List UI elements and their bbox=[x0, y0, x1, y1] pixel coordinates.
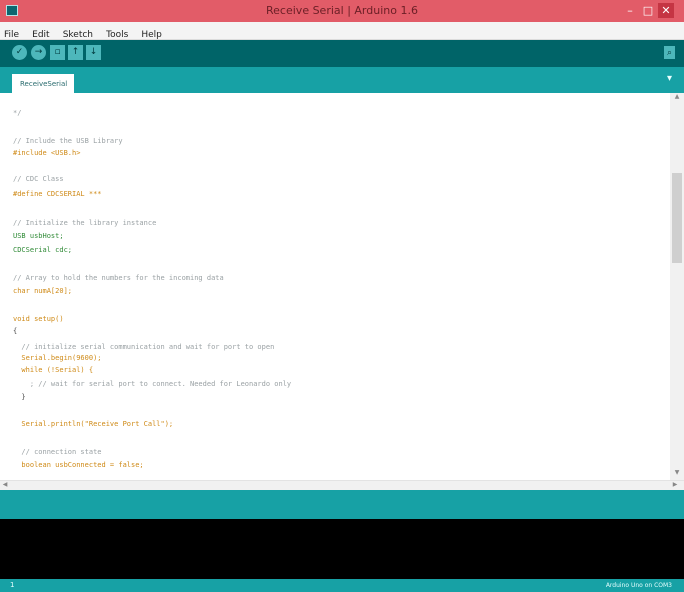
code-line: { bbox=[13, 327, 18, 335]
menu-tools[interactable]: Tools bbox=[102, 27, 132, 40]
code-line: // Initialize the library instance bbox=[13, 219, 157, 227]
code-line: CDCSerial cdc; bbox=[13, 246, 73, 254]
minimize-button[interactable]: – bbox=[622, 3, 638, 18]
scroll-up-icon[interactable]: ▲ bbox=[670, 93, 684, 103]
serial-monitor-icon[interactable]: ⌕ bbox=[664, 46, 675, 59]
code-line: char numA[20]; bbox=[13, 287, 73, 295]
code-line: // CDC Class bbox=[13, 175, 64, 183]
code-line: #define CDCSERIAL *** bbox=[13, 190, 102, 198]
scroll-down-icon[interactable]: ▼ bbox=[670, 469, 684, 479]
bottom-status-bar: 1 Arduino Uno on COM3 bbox=[0, 579, 684, 592]
code-line: #include <USB.h> bbox=[13, 149, 81, 157]
menu-help[interactable]: Help bbox=[137, 27, 166, 40]
open-icon[interactable]: ↑ bbox=[68, 45, 83, 60]
window-titlebar: Receive Serial | Arduino 1.6 – □ ✕ bbox=[0, 0, 684, 22]
code-line: // connection state bbox=[13, 448, 102, 456]
code-line: Serial.begin(9600); bbox=[13, 354, 102, 362]
save-icon[interactable]: ↓ bbox=[86, 45, 101, 60]
scroll-right-icon[interactable]: ▶ bbox=[670, 481, 680, 490]
toolbar: ✓ → ▫ ↑ ↓ ⌕ bbox=[0, 40, 684, 67]
code-line: while (!Serial) { bbox=[13, 366, 94, 374]
scrollbar-thumb[interactable] bbox=[672, 173, 682, 263]
tab-menu-icon[interactable]: ▾ bbox=[664, 73, 675, 85]
code-editor[interactable]: */ // Include the USB Library #include <US… bbox=[0, 93, 670, 480]
scroll-left-icon[interactable]: ◀ bbox=[0, 481, 10, 490]
verify-icon[interactable]: ✓ bbox=[12, 45, 27, 60]
code-line: */ bbox=[13, 109, 22, 117]
message-area bbox=[0, 490, 684, 519]
code-line: ; // wait for serial port to connect. Ne… bbox=[13, 380, 292, 388]
new-icon[interactable]: ▫ bbox=[50, 45, 65, 60]
code-line: USB usbHost; bbox=[13, 232, 64, 240]
maximize-button[interactable]: □ bbox=[640, 3, 656, 18]
tab-bar: ReceiveSerial bbox=[0, 67, 684, 93]
console-output[interactable] bbox=[0, 519, 684, 579]
code-line: Serial.println("Receive Port Call"); bbox=[13, 420, 174, 428]
code-line: // Include the USB Library bbox=[13, 137, 123, 145]
menu-sketch[interactable]: Sketch bbox=[59, 27, 97, 40]
tab-receive-serial[interactable]: ReceiveSerial bbox=[12, 74, 74, 93]
code-line: void setup() bbox=[13, 315, 64, 323]
vertical-scrollbar[interactable]: ▲ ▼ bbox=[670, 93, 684, 480]
menu-edit[interactable]: Edit bbox=[28, 27, 53, 40]
line-number: 1 bbox=[10, 581, 15, 589]
menu-file[interactable]: File bbox=[0, 27, 23, 40]
horizontal-scrollbar[interactable]: ◀ ▶ bbox=[0, 480, 684, 490]
window-title: Receive Serial | Arduino 1.6 bbox=[266, 4, 418, 17]
code-line: } bbox=[13, 393, 26, 401]
close-button[interactable]: ✕ bbox=[658, 3, 674, 18]
board-port-label: Arduino Uno on COM3 bbox=[605, 582, 672, 589]
code-line: // Array to hold the numbers for the inc… bbox=[13, 274, 224, 282]
code-line: boolean usbConnected = false; bbox=[13, 461, 144, 469]
upload-icon[interactable]: → bbox=[31, 45, 46, 60]
menu-bar: File Edit Sketch Tools Help bbox=[0, 22, 684, 40]
code-line: // initialize serial communication and w… bbox=[13, 343, 275, 351]
